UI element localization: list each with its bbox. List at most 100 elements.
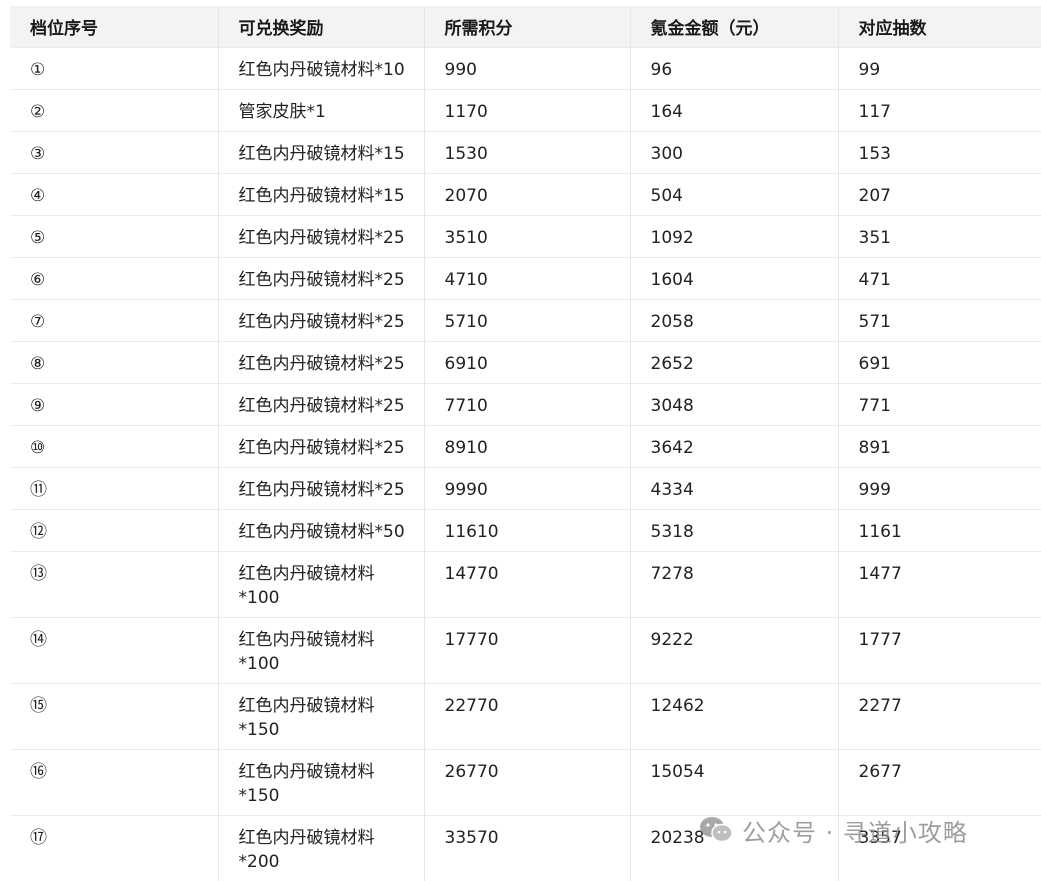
header-points: 所需积分 [424, 6, 630, 48]
reward-table-container: 档位序号 可兑换奖励 所需积分 氪金金额（元） 对应抽数 ①红色内丹破镜材料*1… [10, 6, 1041, 881]
tier-cell: ⑫ [10, 510, 218, 552]
tier-cell: ⑬ [10, 552, 218, 618]
tier-cell: ⑩ [10, 426, 218, 468]
reward-cell: 红色内丹破镜材料*25 [218, 216, 424, 258]
points-cell: 7710 [424, 384, 630, 426]
reward-cell: 红色内丹破镜材料*25 [218, 300, 424, 342]
tier-cell: ⑦ [10, 300, 218, 342]
tier-cell: ② [10, 90, 218, 132]
cost-cell: 504 [630, 174, 838, 216]
points-cell: 33570 [424, 816, 630, 881]
table-row: ⑩红色内丹破镜材料*2589103642891 [10, 426, 1041, 468]
reward-cell: 红色内丹破镜材料*200 [218, 816, 424, 881]
cost-cell: 12462 [630, 684, 838, 750]
draws-cell: 999 [838, 468, 1041, 510]
reward-cell: 红色内丹破镜材料*25 [218, 468, 424, 510]
reward-cell: 红色内丹破镜材料*100 [218, 618, 424, 684]
table-row: ②管家皮肤*11170164117 [10, 90, 1041, 132]
reward-cell: 管家皮肤*1 [218, 90, 424, 132]
table-row: ④红色内丹破镜材料*152070504207 [10, 174, 1041, 216]
tier-cell: ⑪ [10, 468, 218, 510]
draws-cell: 771 [838, 384, 1041, 426]
points-cell: 1530 [424, 132, 630, 174]
tier-cell: ⑯ [10, 750, 218, 816]
points-cell: 8910 [424, 426, 630, 468]
cost-cell: 2058 [630, 300, 838, 342]
cost-cell: 15054 [630, 750, 838, 816]
reward-cell: 红色内丹破镜材料*25 [218, 342, 424, 384]
reward-cell: 红色内丹破镜材料*15 [218, 174, 424, 216]
draws-cell: 891 [838, 426, 1041, 468]
tier-cell: ⑮ [10, 684, 218, 750]
tier-cell: ⑰ [10, 816, 218, 881]
cost-cell: 300 [630, 132, 838, 174]
header-cost: 氪金金额（元） [630, 6, 838, 48]
cost-cell: 96 [630, 48, 838, 90]
points-cell: 14770 [424, 552, 630, 618]
tier-cell: ① [10, 48, 218, 90]
header-tier: 档位序号 [10, 6, 218, 48]
reward-cell: 红色内丹破镜材料*25 [218, 426, 424, 468]
tier-cell: ⑥ [10, 258, 218, 300]
table-row: ⑮红色内丹破镜材料*15022770124622277 [10, 684, 1041, 750]
draws-cell: 207 [838, 174, 1041, 216]
reward-cell: 红色内丹破镜材料*25 [218, 384, 424, 426]
draws-cell: 691 [838, 342, 1041, 384]
table-row: ⑯红色内丹破镜材料*15026770150542677 [10, 750, 1041, 816]
cost-cell: 1604 [630, 258, 838, 300]
reward-cell: 红色内丹破镜材料*150 [218, 684, 424, 750]
reward-cell: 红色内丹破镜材料*100 [218, 552, 424, 618]
cost-cell: 9222 [630, 618, 838, 684]
points-cell: 9990 [424, 468, 630, 510]
cost-cell: 3048 [630, 384, 838, 426]
cost-cell: 1092 [630, 216, 838, 258]
points-cell: 17770 [424, 618, 630, 684]
table-header: 档位序号 可兑换奖励 所需积分 氪金金额（元） 对应抽数 [10, 6, 1041, 48]
table-row: ③红色内丹破镜材料*151530300153 [10, 132, 1041, 174]
points-cell: 2070 [424, 174, 630, 216]
tier-cell: ③ [10, 132, 218, 174]
draws-cell: 117 [838, 90, 1041, 132]
points-cell: 990 [424, 48, 630, 90]
reward-table: 档位序号 可兑换奖励 所需积分 氪金金额（元） 对应抽数 ①红色内丹破镜材料*1… [10, 6, 1041, 881]
cost-cell: 4334 [630, 468, 838, 510]
reward-cell: 红色内丹破镜材料*25 [218, 258, 424, 300]
tier-cell: ⑭ [10, 618, 218, 684]
points-cell: 1170 [424, 90, 630, 132]
points-cell: 11610 [424, 510, 630, 552]
tier-cell: ⑤ [10, 216, 218, 258]
table-row: ⑥红色内丹破镜材料*2547101604471 [10, 258, 1041, 300]
points-cell: 22770 [424, 684, 630, 750]
reward-cell: 红色内丹破镜材料*150 [218, 750, 424, 816]
draws-cell: 1477 [838, 552, 1041, 618]
header-row: 档位序号 可兑换奖励 所需积分 氪金金额（元） 对应抽数 [10, 6, 1041, 48]
table-row: ⑨红色内丹破镜材料*2577103048771 [10, 384, 1041, 426]
table-row: ⑧红色内丹破镜材料*2569102652691 [10, 342, 1041, 384]
tier-cell: ④ [10, 174, 218, 216]
cost-cell: 7278 [630, 552, 838, 618]
cost-cell: 2652 [630, 342, 838, 384]
watermark: 公众号 · 寻道小攻略 [698, 808, 968, 852]
draws-cell: 2677 [838, 750, 1041, 816]
draws-cell: 571 [838, 300, 1041, 342]
table-row: ⑤红色内丹破镜材料*2535101092351 [10, 216, 1041, 258]
table-body: ①红色内丹破镜材料*109909699②管家皮肤*11170164117③红色内… [10, 48, 1041, 881]
header-reward: 可兑换奖励 [218, 6, 424, 48]
points-cell: 26770 [424, 750, 630, 816]
points-cell: 4710 [424, 258, 630, 300]
reward-cell: 红色内丹破镜材料*15 [218, 132, 424, 174]
wechat-icon [698, 815, 734, 845]
draws-cell: 1161 [838, 510, 1041, 552]
table-row: ⑪红色内丹破镜材料*2599904334999 [10, 468, 1041, 510]
header-draws: 对应抽数 [838, 6, 1041, 48]
draws-cell: 153 [838, 132, 1041, 174]
table-row: ⑭红色内丹破镜材料*1001777092221777 [10, 618, 1041, 684]
table-row: ⑫红色内丹破镜材料*501161053181161 [10, 510, 1041, 552]
reward-cell: 红色内丹破镜材料*50 [218, 510, 424, 552]
reward-cell: 红色内丹破镜材料*10 [218, 48, 424, 90]
cost-cell: 164 [630, 90, 838, 132]
draws-cell: 1777 [838, 618, 1041, 684]
tier-cell: ⑨ [10, 384, 218, 426]
table-row: ①红色内丹破镜材料*109909699 [10, 48, 1041, 90]
points-cell: 5710 [424, 300, 630, 342]
